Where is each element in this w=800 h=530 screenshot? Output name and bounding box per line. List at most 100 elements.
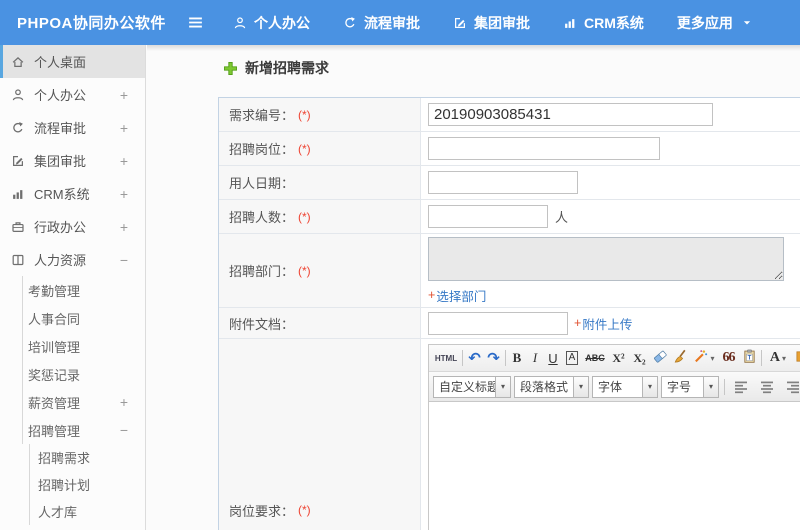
eraser-button[interactable]: [650, 347, 670, 369]
sidebar-item[interactable]: 薪资管理 +: [0, 388, 145, 416]
editor-content-area[interactable]: [429, 402, 800, 530]
editor-toolbar-row2: 自定义标题 ▾ 段落格式 ▾ 字体 ▾ 字号 ▾: [429, 372, 800, 402]
required-marker: (*): [298, 209, 311, 224]
code-input[interactable]: [428, 103, 713, 126]
sidebar-item-label: 薪资管理: [28, 395, 81, 411]
form-row-attachment: 附件文档： + 附件上传: [219, 308, 800, 339]
hamburger-menu-icon[interactable]: [183, 11, 207, 35]
sidebar-item-label: 集团审批: [34, 154, 87, 169]
sidebar-item[interactable]: 流程审批 +: [0, 111, 145, 144]
edit-square-icon: [11, 154, 26, 168]
align-center-icon[interactable]: [755, 375, 779, 399]
page-title-text: 新增招聘需求: [245, 60, 329, 76]
sidebar-item-label: 招聘需求: [38, 451, 91, 466]
sidebar-item[interactable]: 行政办公 +: [0, 210, 145, 243]
editor-combo[interactable]: 段落格式 ▾: [514, 375, 590, 398]
nav-item[interactable]: 个人办公: [233, 13, 310, 33]
blockquote-button[interactable]: 66: [718, 347, 739, 369]
home-icon: [11, 55, 26, 69]
sidebar-item[interactable]: 人力资源 −: [0, 243, 145, 276]
sidebar-item[interactable]: 集团审批 +: [0, 144, 145, 177]
redo-button[interactable]: ↷: [484, 347, 503, 369]
expander-toggle[interactable]: −: [120, 253, 128, 267]
expander-toggle[interactable]: +: [120, 154, 128, 168]
paste-icon: T: [742, 349, 757, 367]
toolbar-separator: [761, 350, 762, 366]
richtext-editor: HTML ↶ ↷ B I U A ABC X² X₂ ▾ 66 T A ▾ 自定义标题 ▾: [428, 344, 800, 530]
form-row-count: 招聘人数： (*) 人: [219, 200, 800, 234]
strikethrough-button[interactable]: ABC: [582, 347, 608, 369]
toolbar-glyph: A: [769, 350, 781, 365]
underline-button[interactable]: U: [544, 347, 562, 369]
expander-toggle[interactable]: +: [120, 121, 128, 135]
nav-item[interactable]: 更多应用: [677, 13, 752, 33]
expander-toggle[interactable]: +: [120, 187, 128, 201]
expander-toggle[interactable]: +: [120, 395, 128, 409]
nav-item[interactable]: 集团审批: [453, 13, 530, 33]
date-input[interactable]: [428, 171, 578, 194]
undo-button[interactable]: ↶: [465, 347, 484, 369]
editor-combo[interactable]: 自定义标题 ▾: [433, 375, 511, 398]
expander-toggle[interactable]: +: [120, 88, 128, 102]
sidebar-item[interactable]: 奖惩记录: [0, 360, 145, 388]
paste-button[interactable]: T: [739, 347, 759, 369]
source-button[interactable]: HTML: [432, 347, 460, 369]
expander-toggle[interactable]: −: [120, 423, 128, 437]
editor-combo[interactable]: 字号 ▾: [661, 375, 720, 398]
dept-textarea[interactable]: [428, 236, 784, 281]
nav-item-label: 个人办公: [254, 14, 310, 31]
attachment-input[interactable]: [428, 311, 568, 335]
font-border-button[interactable]: A: [562, 347, 582, 369]
sidebar-item-label: 个人桌面: [34, 55, 87, 70]
chevron-down-icon: ▾: [573, 376, 589, 397]
highlight-button[interactable]: [792, 347, 800, 369]
sidebar-item[interactable]: 个人办公 +: [0, 78, 145, 111]
sidebar-item[interactable]: 招聘需求: [0, 444, 145, 471]
nav-item[interactable]: CRM系统: [563, 13, 644, 33]
top-navbar: PHPOA协同办公软件 个人办公 流程审批 集团审批 CRM系统 更多应用: [0, 0, 800, 45]
upload-attachment-link[interactable]: + 附件上传: [574, 314, 632, 333]
font-color-button[interactable]: A ▾: [764, 347, 792, 369]
briefcase-icon: [11, 220, 26, 234]
expander-toggle[interactable]: +: [120, 220, 128, 234]
toolbar-glyph: B: [512, 350, 522, 365]
sidebar-item[interactable]: 招聘管理 −: [0, 416, 145, 444]
bold-button[interactable]: B: [508, 347, 526, 369]
align-right-icon[interactable]: [781, 375, 800, 399]
field-label: 附件文档：: [229, 316, 295, 332]
editor-toolbar-row1: HTML ↶ ↷ B I U A ABC X² X₂ ▾ 66 T A ▾: [429, 345, 800, 372]
user-icon: [11, 88, 26, 102]
user-icon: [233, 16, 247, 30]
italic-button[interactable]: I: [526, 347, 544, 369]
sidebar-item[interactable]: 人事合同: [0, 304, 145, 332]
sidebar-item[interactable]: 个人桌面: [0, 45, 145, 78]
edit-square-icon: [453, 16, 467, 30]
recruit-request-form: 需求编号： (*) 招聘岗位： (*) 用人日期：: [218, 97, 800, 530]
position-input[interactable]: [428, 137, 660, 160]
field-label: 招聘人数：: [229, 210, 295, 225]
select-dept-link[interactable]: + 选择部门: [428, 286, 486, 305]
chevron-down-icon: ▾: [642, 376, 658, 397]
sidebar-item[interactable]: 培训管理: [0, 332, 145, 360]
sidebar-item[interactable]: 人才库: [0, 498, 145, 525]
count-input[interactable]: [428, 205, 548, 228]
superscript-button[interactable]: X²: [608, 347, 629, 369]
sidebar-item-label: 人力资源: [34, 253, 87, 268]
align-left-icon[interactable]: [729, 375, 753, 399]
sidebar-item[interactable]: 招聘计划: [0, 471, 145, 498]
editor-combo[interactable]: 字体 ▾: [592, 375, 659, 398]
toolbar-glyph: I: [532, 350, 538, 365]
sidebar: 个人桌面 个人办公 + 流程审批 + 集团审批 + CRM系统 + 行政办公 +…: [0, 45, 146, 530]
chevron-down-icon: ▾: [782, 353, 787, 363]
nav-item[interactable]: 流程审批: [343, 13, 420, 33]
text-color-button[interactable]: ▾: [690, 347, 718, 369]
subscript-button[interactable]: X₂: [629, 347, 650, 369]
sidebar-item[interactable]: CRM系统 +: [0, 177, 145, 210]
sidebar-item-label: 奖惩记录: [28, 367, 81, 383]
page-title: 新增招聘需求: [223, 58, 329, 78]
sidebar-item-label: 流程审批: [34, 121, 87, 136]
required-marker: (*): [298, 503, 311, 517]
format-painter-button[interactable]: [670, 347, 690, 369]
sidebar-item[interactable]: 考勤管理: [0, 276, 145, 304]
svg-text:T: T: [747, 355, 751, 362]
